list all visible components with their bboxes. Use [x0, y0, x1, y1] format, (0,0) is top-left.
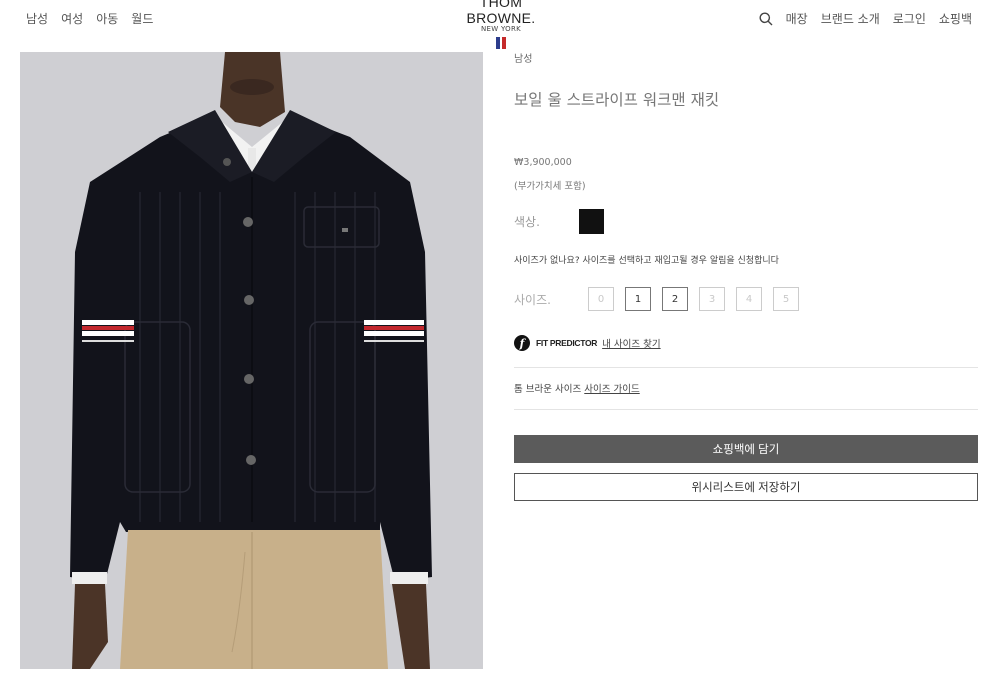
size-guide-row: 톰 브라운 사이즈 사이즈 가이드 [514, 381, 640, 395]
size-option-2[interactable]: 2 [662, 287, 688, 311]
brand-logo[interactable]: THOM BROWNE. NEW YORK [446, 0, 556, 49]
site-header: 남성 여성 아동 월드 THOM BROWNE. NEW YORK 매장 브랜드… [0, 0, 1000, 49]
size-option-1[interactable]: 1 [625, 287, 651, 311]
product-title: 보일 울 스트라이프 워크맨 재킷 [514, 91, 720, 109]
nav-item-kids[interactable]: 아동 [96, 10, 118, 27]
product-category[interactable]: 남성 [514, 50, 532, 65]
find-my-size-link[interactable]: 내 사이즈 찾기 [602, 336, 660, 350]
product-price: ₩3,900,000 [514, 157, 572, 168]
size-selector: 사이즈. 0 1 2 3 4 5 [514, 287, 799, 311]
search-icon[interactable] [759, 12, 773, 26]
color-selector: 색상. [514, 209, 604, 234]
size-guide-link[interactable]: 사이즈 가이드 [584, 384, 639, 395]
flag-icon [446, 37, 556, 49]
primary-nav: 남성 여성 아동 월드 [26, 10, 153, 27]
size-option-3[interactable]: 3 [699, 287, 725, 311]
fit-predictor-icon: f [514, 335, 530, 351]
divider [514, 367, 978, 368]
logo-brand: THOM BROWNE. [466, 0, 536, 26]
size-option-4[interactable]: 4 [736, 287, 762, 311]
nav-item-login[interactable]: 로그인 [893, 10, 926, 27]
nav-item-world[interactable]: 월드 [131, 10, 153, 27]
jacket-photo [20, 52, 483, 669]
nav-item-women[interactable]: 여성 [61, 10, 83, 27]
size-guide-prefix: 톰 브라운 사이즈 [514, 384, 582, 395]
fit-predictor-label: FIT PREDICTOR [536, 338, 598, 348]
size-option-0[interactable]: 0 [588, 287, 614, 311]
add-to-wishlist-button[interactable]: 위시리스트에 저장하기 [514, 473, 978, 501]
nav-item-shopping-bag[interactable]: 쇼핑백 [939, 10, 972, 27]
logo-sub: NEW YORK [480, 25, 522, 33]
size-label: 사이즈. [514, 292, 551, 307]
color-label: 색상. [514, 215, 540, 229]
vat-note: (부가가치세 포함) [514, 181, 586, 192]
utility-nav: 매장 브랜드 소개 로그인 쇼핑백 [759, 10, 972, 27]
size-option-5[interactable]: 5 [773, 287, 799, 311]
size-restock-notice: 사이즈가 없나요? 사이즈를 선택하고 재입고될 경우 알림을 신청합니다 [514, 256, 779, 266]
nav-item-about-brand[interactable]: 브랜드 소개 [821, 10, 880, 27]
add-to-bag-button[interactable]: 쇼핑백에 담기 [514, 435, 978, 463]
size-options: 0 1 2 3 4 5 [588, 287, 799, 311]
color-swatch-black[interactable] [579, 209, 604, 234]
nav-item-men[interactable]: 남성 [26, 10, 48, 27]
product-image[interactable] [20, 52, 483, 669]
fit-predictor: f FIT PREDICTOR 내 사이즈 찾기 [514, 335, 661, 351]
divider [514, 409, 978, 410]
nav-item-stores[interactable]: 매장 [786, 10, 808, 27]
